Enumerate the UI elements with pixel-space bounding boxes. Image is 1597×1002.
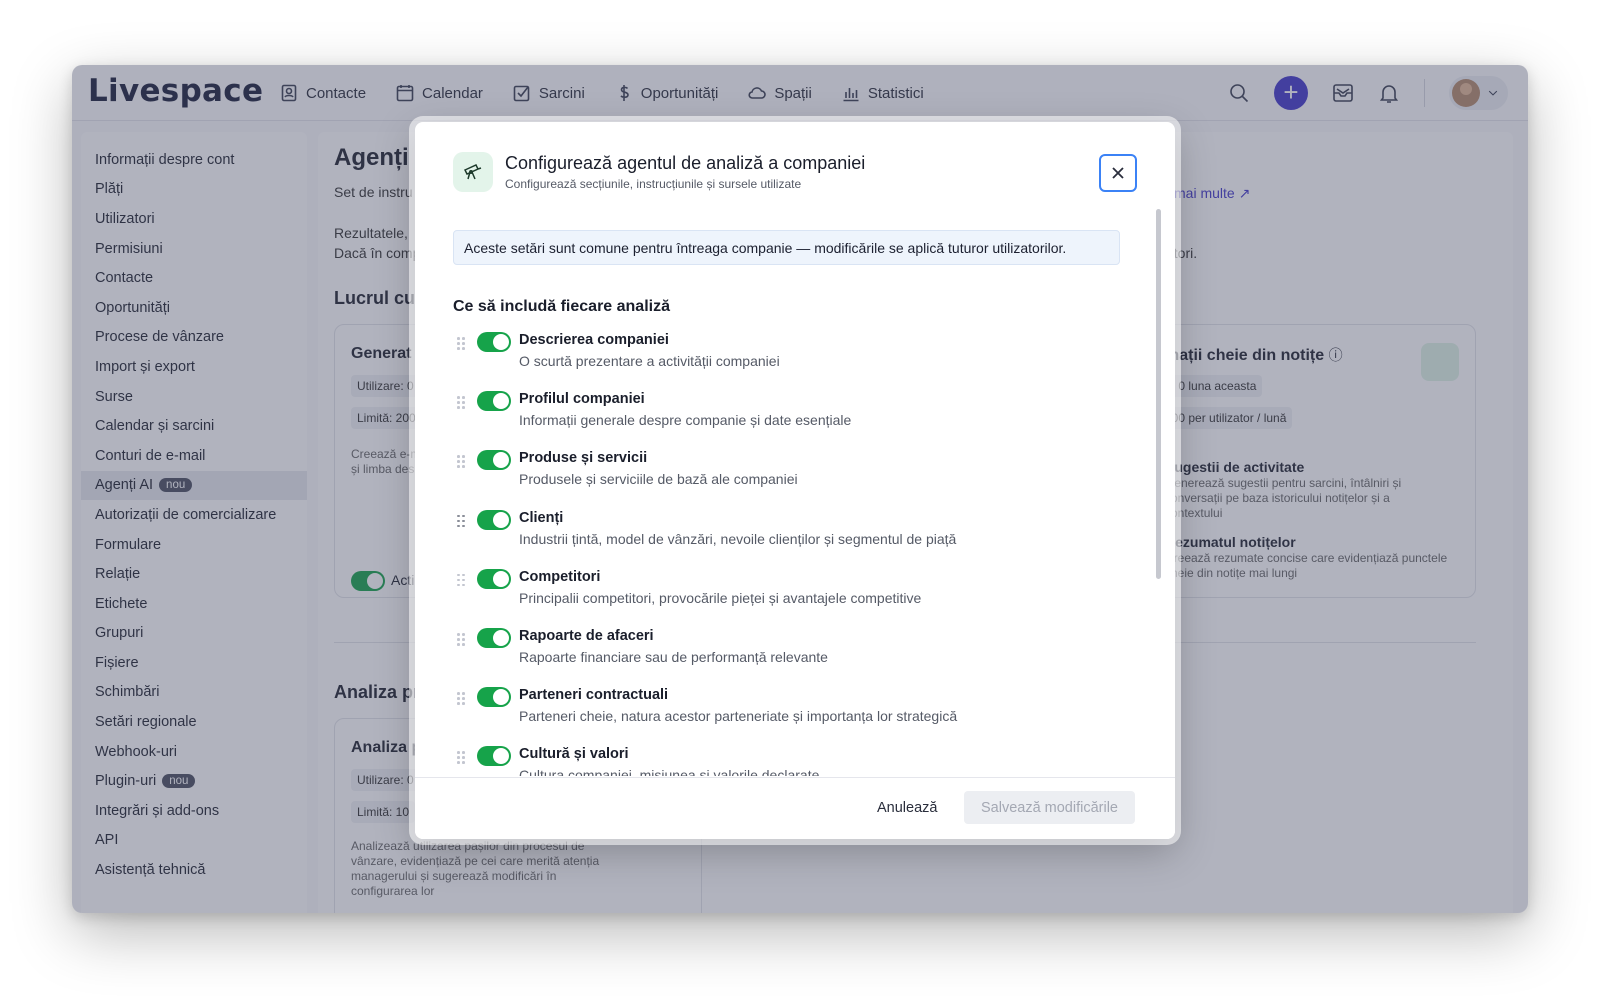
section-title: Produse și servicii: [519, 450, 648, 467]
drag-handle-icon[interactable]: [457, 455, 467, 469]
analysis-section-row: Parteneri contractuali Parteneri cheie, n…: [453, 686, 1133, 745]
drag-handle-icon[interactable]: [457, 692, 467, 706]
section-heading: Ce să includă fiecare analiză: [453, 298, 670, 315]
analysis-section-row: Descrierea companiei O scurtă prezentare …: [453, 331, 1133, 390]
section-title: Competitori: [519, 568, 601, 585]
section-description: O scurtă prezentare a activității compan…: [519, 353, 780, 369]
section-title: Parteneri contractuali: [519, 687, 669, 704]
analysis-section-row: Cultură și valori Cultura companiei, misi…: [453, 745, 1133, 776]
analysis-sections-list: Descrierea companiei O scurtă prezentare …: [453, 331, 1133, 776]
section-description: Produsele și serviciile de bază ale comp…: [519, 471, 798, 488]
section-title: Cultură și valori: [519, 746, 629, 763]
section-toggle[interactable]: [477, 746, 511, 767]
section-title: Rapoarte de afaceri: [519, 628, 654, 644]
dialog-footer: Anulează Salvează modificările: [415, 777, 1175, 839]
close-button[interactable]: [1099, 154, 1137, 192]
section-toggle[interactable]: [477, 450, 511, 471]
section-description: Rapoarte financiare sau de performanță r…: [519, 649, 828, 665]
close-icon: [1112, 167, 1124, 179]
drag-handle-icon[interactable]: [457, 751, 467, 765]
analysis-section-row: Profilul companiei Informații generale de…: [453, 390, 1133, 449]
section-title: Clienți: [519, 509, 564, 526]
drag-handle-icon[interactable]: [457, 514, 467, 529]
section-title: Descrierea companiei: [519, 332, 669, 348]
section-description: Principalii competitori, provocările pie…: [519, 589, 922, 606]
configure-agent-dialog: Configurează agentul de analiză a compan…: [415, 122, 1175, 839]
telescope-icon: [453, 152, 493, 192]
dialog-subtitle: Configurează secțiunile, instrucțiunile …: [505, 177, 802, 191]
section-toggle[interactable]: [477, 509, 511, 530]
section-description: Parteneri cheie, natura acestor partener…: [519, 708, 958, 725]
section-description: Cultura companiei, misiunea și valorile …: [519, 767, 820, 776]
section-title: Profilul companiei: [519, 391, 645, 408]
info-banner: Aceste setări sunt comune pentru întreag…: [453, 230, 1120, 265]
section-toggle[interactable]: [477, 568, 511, 589]
dialog-title: Configurează agentul de analiză a compan…: [505, 153, 866, 173]
section-toggle[interactable]: [477, 687, 511, 708]
analysis-section-row: Rapoarte de afaceri Rapoarte financiare s…: [453, 627, 1133, 686]
cancel-button[interactable]: Anulează: [867, 792, 947, 824]
section-description: Industrii țintă, model de vânzări, nevoi…: [519, 530, 957, 547]
drag-handle-icon[interactable]: [457, 573, 467, 588]
save-button[interactable]: Salvează modificările: [964, 791, 1135, 824]
analysis-section-row: Clienți Industrii țintă, model de vânzări…: [453, 509, 1133, 568]
scrollbar[interactable]: [1156, 209, 1161, 579]
analysis-section-row: Produse și servicii Produsele și servicii…: [453, 449, 1133, 508]
app-window: Livespace Contacte Calendar Sarcini Opor…: [72, 65, 1528, 913]
drag-handle-icon[interactable]: [457, 396, 467, 410]
section-toggle[interactable]: [477, 391, 511, 412]
analysis-section-row: Competitori Principalii competitori, prov…: [453, 568, 1133, 627]
drag-handle-icon[interactable]: [457, 633, 467, 647]
section-toggle[interactable]: [477, 628, 511, 648]
section-description: Informații generale despre companie și d…: [519, 412, 852, 429]
drag-handle-icon[interactable]: [457, 337, 467, 351]
section-toggle[interactable]: [477, 332, 511, 352]
